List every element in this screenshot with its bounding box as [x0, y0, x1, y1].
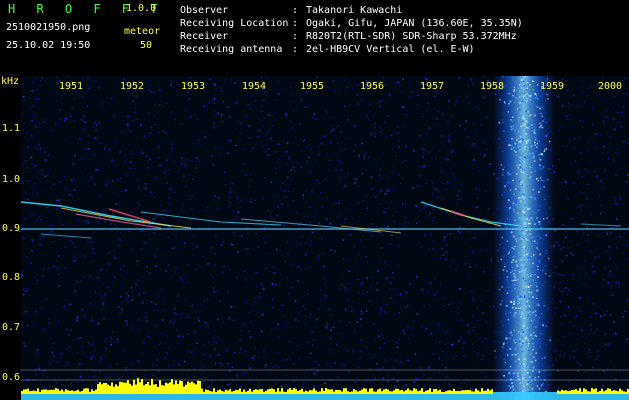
- x-tick-label: 1956: [360, 81, 385, 92]
- y-tick-label: 1.1: [2, 123, 21, 134]
- unit-label: kHz: [1, 76, 20, 87]
- info-sep: :: [292, 44, 299, 55]
- info-value: 2el-HB9CV Vertical (el. E-W): [306, 44, 475, 55]
- y-tick-label: 0.8: [2, 272, 21, 283]
- x-tick-label: 1957: [420, 81, 445, 92]
- info-row-antenna: Receiving antenna:2el-HB9CV Vertical (el…: [180, 43, 523, 56]
- x-tick-label: 1959: [540, 81, 565, 92]
- app-version: 1.0.0: [126, 3, 157, 14]
- info-value: R820T2(RTL-SDR) SDR-Sharp 53.372MHz: [306, 31, 517, 42]
- y-tick-label: 0.9: [2, 223, 21, 234]
- info-value: Takanori Kawachi: [306, 5, 403, 16]
- y-tick-label: 0.6: [2, 372, 21, 383]
- file-name: 2510021950.png: [6, 22, 91, 33]
- y-tick-label: 1.0: [2, 174, 21, 185]
- meteor-label: meteor: [124, 26, 161, 37]
- info-key: Observer: [180, 5, 229, 16]
- spectrogram-plot: [21, 76, 629, 400]
- info-key: Receiver: [180, 31, 229, 42]
- info-key: Receiving antenna: [180, 44, 283, 55]
- meteor-count: 50: [140, 40, 153, 51]
- info-sep: :: [292, 18, 299, 29]
- info-sep: :: [292, 5, 299, 16]
- date-time: 25.10.02 19:50: [6, 40, 91, 51]
- x-tick-label: 1955: [300, 81, 325, 92]
- x-tick-label: 2000: [598, 81, 623, 92]
- x-tick-label: 1954: [242, 81, 267, 92]
- x-tick-label: 1952: [120, 81, 145, 92]
- info-row-receiver: Receiver: R820T2(RTL-SDR) SDR-Sharp 53.37…: [180, 30, 523, 43]
- x-tick-label: 1958: [480, 81, 505, 92]
- y-tick-label: 0.7: [2, 322, 21, 333]
- info-sep: :: [292, 31, 299, 42]
- x-tick-label: 1953: [181, 81, 206, 92]
- station-info: Observer: Takanori Kawachi Receiving Loca…: [180, 4, 523, 56]
- info-row-observer: Observer: Takanori Kawachi: [180, 4, 523, 17]
- info-value: Ogaki, Gifu, JAPAN (136.60E, 35.35N): [306, 18, 523, 29]
- header-panel: H R O F F T 1.0.0 2510021950.png 25.10.0…: [0, 0, 629, 76]
- x-tick-label: 1951: [59, 81, 84, 92]
- info-key: Receiving Location: [180, 18, 289, 29]
- info-row-location: Receiving Location: Ogaki, Gifu, JAPAN (1…: [180, 17, 523, 30]
- spectrogram-canvas: [21, 76, 629, 400]
